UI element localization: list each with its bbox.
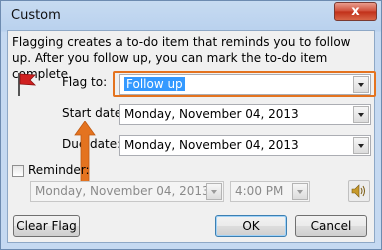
chevron-down-icon[interactable]: [353, 137, 369, 154]
reminder-sound-button[interactable]: [348, 180, 370, 202]
reminder-time-value: 4:00 PM: [235, 184, 284, 198]
custom-dialog: Custom x Flagging creates a to-do item t…: [0, 0, 382, 250]
cancel-button[interactable]: Cancel: [295, 215, 367, 237]
reminder-date-picker[interactable]: Monday, November 04, 2013: [30, 181, 224, 202]
dialog-title: Custom: [11, 8, 61, 23]
reminder-checkbox[interactable]: [12, 165, 24, 177]
due-date-picker[interactable]: Monday, November 04, 2013: [119, 135, 371, 156]
speaker-icon: [351, 184, 365, 198]
chevron-down-icon[interactable]: [292, 183, 308, 200]
clear-flag-button[interactable]: Clear Flag: [13, 215, 80, 237]
due-date-value: Monday, November 04, 2013: [124, 138, 299, 152]
close-button[interactable]: x: [334, 2, 377, 21]
title-bar: Custom x: [1, 1, 381, 31]
start-date-picker[interactable]: Monday, November 04, 2013: [119, 104, 371, 125]
reminder-label: Reminder:: [28, 163, 90, 177]
start-date-value: Monday, November 04, 2013: [124, 107, 299, 121]
start-date-label: Start date:: [62, 106, 127, 120]
chevron-down-icon[interactable]: [353, 106, 369, 123]
flag-to-highlight-box: [113, 71, 376, 97]
ok-button[interactable]: OK: [215, 215, 287, 237]
close-icon: x: [351, 4, 360, 19]
flag-to-label: Flag to:: [62, 75, 108, 89]
reminder-date-value: Monday, November 04, 2013: [35, 184, 210, 198]
red-flag-icon: [18, 73, 37, 96]
chevron-down-icon[interactable]: [206, 183, 222, 200]
dialog-body: Flagging creates a to-do item that remin…: [7, 30, 376, 243]
reminder-time-picker[interactable]: 4:00 PM: [230, 181, 310, 202]
